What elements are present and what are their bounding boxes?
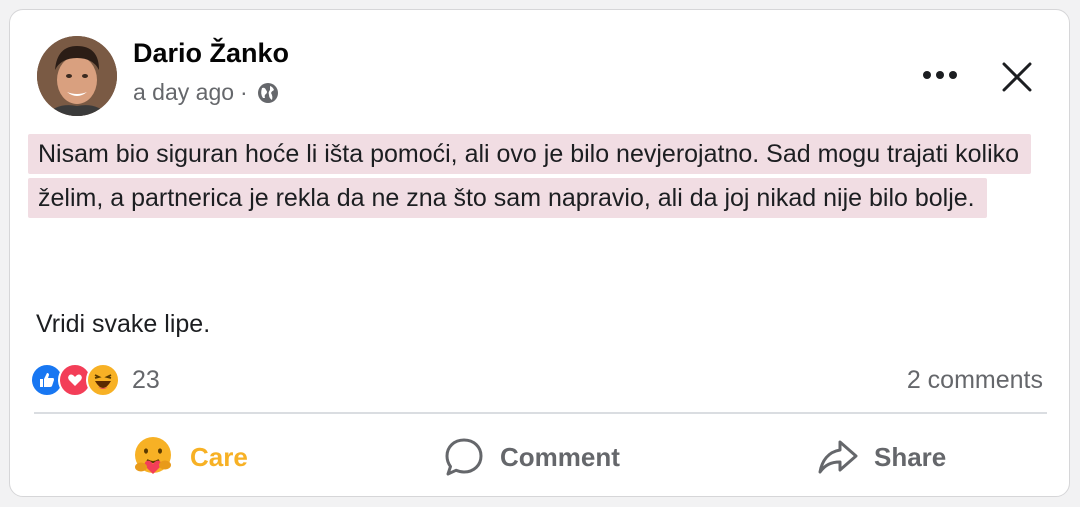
comment-label: Comment <box>500 441 620 472</box>
post-body-second-paragraph: Vridi svake lipe. <box>36 310 211 338</box>
globe-icon <box>256 81 280 105</box>
close-button[interactable] <box>994 54 1040 100</box>
post-body: Nisam bio siguran hoće li išta pomoći, a… <box>28 132 1048 220</box>
author-name[interactable]: Dario Žanko <box>133 38 289 69</box>
share-icon <box>818 440 858 474</box>
meta-separator: · <box>240 79 248 105</box>
post-card: Dario Žanko a day ago · Nisam bio sigura… <box>9 9 1070 497</box>
divider <box>34 412 1047 414</box>
care-icon <box>135 437 171 474</box>
close-icon <box>1002 62 1032 92</box>
comments-count-link[interactable]: 2 comments <box>907 366 1043 395</box>
comment-button[interactable]: Comment <box>442 432 620 482</box>
reactions-summary[interactable]: 23 <box>30 363 160 397</box>
comment-icon <box>445 438 483 476</box>
avatar[interactable] <box>37 36 117 116</box>
post-body-highlighted: Nisam bio siguran hoće li išta pomoći, a… <box>28 134 1032 218</box>
avatar-image <box>37 36 117 116</box>
share-button[interactable]: Share <box>816 432 946 482</box>
action-bar: Care Comment Share <box>10 432 1071 482</box>
haha-icon <box>86 363 120 397</box>
post-timestamp[interactable]: a day ago <box>133 79 234 106</box>
share-label: Share <box>874 441 947 472</box>
care-label: Care <box>190 441 248 472</box>
more-options-button[interactable] <box>915 58 965 92</box>
reaction-count: 23 <box>132 365 160 394</box>
more-horizontal-icon <box>923 71 957 79</box>
care-button[interactable]: Care <box>130 432 248 482</box>
post-meta: a day ago · <box>133 79 280 106</box>
